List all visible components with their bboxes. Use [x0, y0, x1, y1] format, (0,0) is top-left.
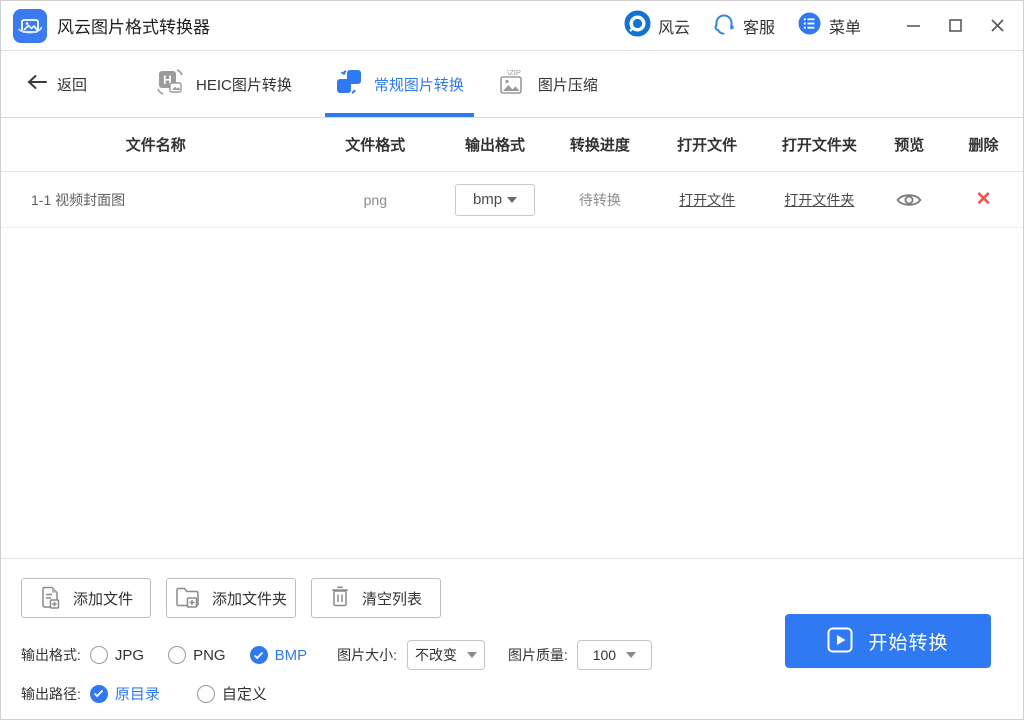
- tab-heic-label: HEIC图片转换: [196, 76, 292, 94]
- clear-list-label: 清空列表: [361, 590, 422, 608]
- radio-original-dir-label: 原目录: [114, 686, 160, 703]
- output-format-value: bmp: [472, 191, 503, 208]
- open-file-cell: 打开文件: [650, 190, 765, 210]
- file-list-area: [1, 228, 1023, 558]
- preview-eye-icon[interactable]: [895, 191, 923, 209]
- header-file-format: 文件格式: [345, 137, 406, 154]
- start-convert-label: 开始转换: [868, 632, 949, 654]
- add-file-icon: [39, 585, 61, 612]
- radio-bmp[interactable]: BMP: [249, 646, 308, 664]
- svg-text:\ZIP: \ZIP: [507, 68, 521, 77]
- minimize-icon[interactable]: [905, 18, 921, 34]
- open-folder-link[interactable]: 打开文件夹: [784, 192, 854, 208]
- back-icon: [26, 74, 48, 95]
- tab-compress-label: 图片压缩: [537, 76, 598, 94]
- image-quality-select[interactable]: 100: [576, 640, 652, 670]
- header-open-folder: 打开文件夹: [781, 137, 857, 154]
- tab-heic-icon: H: [155, 67, 185, 102]
- close-icon[interactable]: [989, 18, 1005, 34]
- add-file-label: 添加文件: [72, 590, 133, 608]
- table-header: 文件名称 文件格式 输出格式 转换进度 打开文件 打开文件夹 预览 删除: [1, 118, 1023, 172]
- titlebar-right: 风云 客服 菜单: [624, 10, 1009, 42]
- tab-heic-convert[interactable]: H HEIC图片转换: [145, 51, 302, 117]
- image-quality-value: 100: [592, 647, 617, 663]
- brand-label: 风云: [657, 19, 690, 37]
- image-size-select[interactable]: 不改变: [407, 640, 485, 670]
- preview-cell: [874, 190, 944, 208]
- select-caret-icon: [467, 652, 477, 658]
- header-delete: 删除: [968, 137, 999, 154]
- add-folder-icon: [175, 586, 200, 611]
- radio-png[interactable]: PNG: [168, 646, 226, 664]
- conversion-status: 待转换: [578, 191, 621, 208]
- output-format-cell: bmp: [440, 183, 550, 216]
- app-title: 风云图片格式转换器: [57, 18, 210, 37]
- bottom-panel: 添加文件 添加文件夹 清空列表 输出格式: JPG PNG BMP 图片大小: …: [1, 558, 1023, 719]
- menu-button[interactable]: 菜单: [797, 11, 861, 41]
- radio-bmp-circle: [249, 646, 268, 664]
- radio-custom-dir-circle: [196, 684, 215, 703]
- radio-jpg[interactable]: JPG: [89, 646, 145, 664]
- brand-button[interactable]: 风云: [624, 10, 690, 42]
- output-format-label: 输出格式:: [21, 647, 81, 663]
- list-actions: 添加文件 添加文件夹 清空列表: [21, 578, 441, 618]
- support-icon: [712, 11, 736, 40]
- app-icon: [13, 8, 47, 43]
- radio-png-label: PNG: [193, 646, 226, 664]
- header-file-name: 文件名称: [125, 137, 186, 154]
- radio-custom-dir[interactable]: 自定义: [196, 683, 267, 704]
- image-size-label: 图片大小:: [337, 647, 397, 663]
- table-row: 1-1 视频封面图 png bmp 待转换 打开文件 打开文件夹 ✕: [1, 172, 1023, 228]
- settings-row: 输出格式: JPG PNG BMP 图片大小: 不改变 图片质量: 100: [21, 640, 652, 670]
- header-preview: 预览: [894, 137, 925, 154]
- output-path-label: 输出路径:: [21, 685, 81, 702]
- radio-jpg-circle: [89, 646, 108, 664]
- tab-bar: 返回 H HEIC图片转换 常规图片转换 \ZIP 图片压缩: [1, 51, 1023, 118]
- radio-jpg-label: JPG: [114, 646, 145, 664]
- output-format-dropdown[interactable]: bmp: [455, 183, 536, 216]
- clear-list-icon: [330, 585, 350, 611]
- header-progress: 转换进度: [569, 137, 630, 154]
- tab-compress-icon: \ZIP: [497, 67, 527, 102]
- menu-icon: [797, 11, 822, 41]
- add-folder-label: 添加文件夹: [211, 590, 287, 608]
- app-window: 风云图片格式转换器 风云 客服 菜单 返回 H HEIC图片转换 常规图片转换 …: [0, 0, 1024, 720]
- back-button[interactable]: 返回: [26, 74, 87, 95]
- support-label: 客服: [742, 19, 775, 37]
- file-format: png: [363, 191, 387, 208]
- title-bar: 风云图片格式转换器 风云 客服 菜单: [1, 1, 1023, 51]
- radio-original-dir[interactable]: 原目录: [89, 683, 160, 704]
- radio-original-dir-circle: [89, 684, 108, 703]
- add-folder-button[interactable]: 添加文件夹: [166, 578, 296, 618]
- start-icon: [827, 627, 853, 656]
- header-output-format: 输出格式: [465, 137, 526, 154]
- file-name: 1-1 视频封面图: [31, 191, 126, 208]
- open-folder-cell: 打开文件夹: [765, 190, 875, 210]
- dropdown-caret-icon: [507, 196, 518, 203]
- tab-normal-icon: [335, 68, 363, 101]
- output-path-row: 输出路径: 原目录 自定义: [21, 683, 267, 704]
- open-file-link[interactable]: 打开文件: [679, 192, 735, 208]
- select-caret-icon: [626, 652, 637, 658]
- support-button[interactable]: 客服: [712, 11, 775, 40]
- delete-icon[interactable]: ✕: [976, 189, 992, 210]
- maximize-icon[interactable]: [947, 18, 963, 34]
- header-open-file: 打开文件: [677, 137, 738, 154]
- brand-icon: [624, 10, 651, 42]
- tab-normal-convert[interactable]: 常规图片转换: [324, 51, 474, 117]
- add-file-button[interactable]: 添加文件: [21, 578, 151, 618]
- image-size-value: 不改变: [415, 647, 457, 663]
- delete-cell: ✕: [944, 190, 1023, 209]
- clear-list-button[interactable]: 清空列表: [311, 578, 441, 618]
- menu-label: 菜单: [828, 19, 861, 37]
- back-label: 返回: [57, 76, 88, 94]
- radio-bmp-label: BMP: [274, 646, 308, 664]
- start-convert-button[interactable]: 开始转换: [785, 614, 991, 668]
- radio-png-circle: [168, 646, 187, 664]
- image-quality-label: 图片质量:: [508, 647, 568, 663]
- radio-custom-dir-label: 自定义: [221, 686, 267, 703]
- window-controls: [905, 18, 1005, 34]
- tab-image-compress[interactable]: \ZIP 图片压缩: [487, 51, 608, 117]
- tab-normal-label: 常规图片转换: [373, 76, 464, 94]
